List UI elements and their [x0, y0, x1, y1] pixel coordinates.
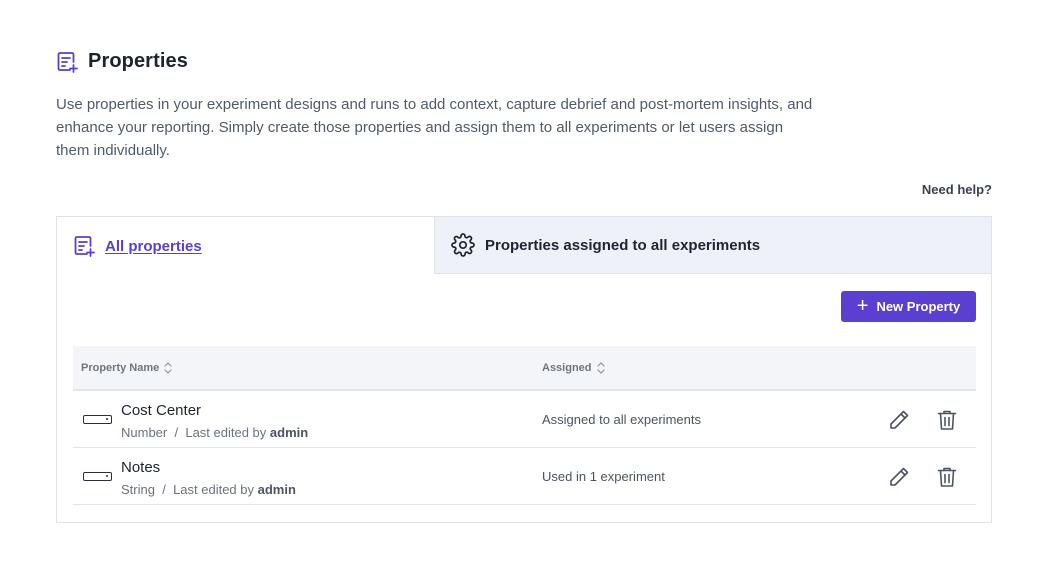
edited-prefix: Last edited by	[173, 482, 255, 497]
property-type: String	[121, 482, 155, 497]
property-meta: Number / Last edited by admin	[121, 425, 308, 440]
editor-name: admin	[257, 482, 296, 497]
tab-assigned-label[interactable]: Properties assigned to all experiments	[485, 237, 760, 254]
pencil-icon[interactable]	[888, 466, 910, 488]
properties-panel: All properties Properties assigned to al…	[56, 216, 992, 523]
page-description: Use properties in your experiment design…	[56, 96, 813, 159]
plus-icon: +	[856, 294, 869, 317]
properties-table: Property Name Assigned Cost Center Numbe…	[73, 346, 976, 505]
meta-separator: /	[174, 425, 179, 440]
gear-icon	[451, 233, 475, 257]
property-meta: String / Last edited by admin	[121, 482, 296, 497]
new-property-label: New Property	[876, 299, 961, 314]
help-link[interactable]: Need help?	[922, 182, 992, 197]
new-property-button[interactable]: + New Property	[841, 291, 976, 322]
tab-all-properties[interactable]: All properties	[57, 217, 434, 275]
column-property-name-label: Property Name	[81, 361, 160, 374]
properties-icon	[73, 235, 95, 257]
property-name: Notes	[121, 459, 161, 476]
page-title: Properties	[88, 50, 188, 72]
table-row[interactable]: Notes String / Last edited by admin Used…	[73, 448, 976, 505]
tab-bar: All properties Properties assigned to al…	[57, 217, 991, 275]
trash-icon[interactable]	[937, 466, 957, 488]
sort-icon[interactable]	[163, 360, 173, 376]
column-property-name[interactable]: Property Name	[81, 346, 173, 389]
assigned-status: Assigned to all experiments	[542, 412, 701, 427]
edited-prefix: Last edited by	[185, 425, 267, 440]
table-header: Property Name Assigned	[73, 346, 976, 391]
sort-icon[interactable]	[596, 360, 606, 376]
column-assigned-label: Assigned	[542, 361, 592, 374]
page-header: Properties	[56, 50, 188, 73]
field-type-icon	[83, 415, 112, 424]
assigned-status: Used in 1 experiment	[542, 469, 665, 484]
editor-name: admin	[269, 425, 309, 440]
properties-icon	[56, 51, 78, 73]
table-row[interactable]: Cost Center Number / Last edited by admi…	[73, 391, 976, 448]
tab-assigned-to-all[interactable]: Properties assigned to all experiments	[434, 217, 991, 274]
tab-all-properties-label[interactable]: All properties	[105, 238, 202, 255]
meta-separator: /	[162, 482, 166, 497]
property-type: Number	[121, 425, 168, 440]
pencil-icon[interactable]	[888, 409, 910, 431]
trash-icon[interactable]	[937, 409, 957, 431]
field-type-icon	[83, 472, 112, 481]
column-assigned[interactable]: Assigned	[542, 346, 606, 389]
property-name: Cost Center	[121, 402, 202, 419]
